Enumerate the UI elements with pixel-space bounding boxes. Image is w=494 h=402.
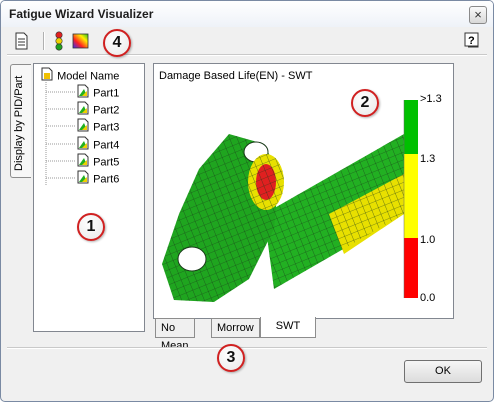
- callout-4: 4: [103, 29, 131, 57]
- help-icon[interactable]: ?: [463, 31, 481, 49]
- tree-item-part1[interactable]: Part1: [76, 84, 119, 100]
- tree-item-part3[interactable]: Part3: [76, 118, 119, 134]
- shaft-shape: [264, 134, 404, 289]
- tree-root[interactable]: Model Name: [40, 67, 119, 83]
- tree-item-part6[interactable]: Part6: [76, 170, 119, 186]
- model-icon: [40, 67, 54, 86]
- tab-no-mean[interactable]: No Mean: [155, 318, 195, 352]
- tree-item-part4[interactable]: Part4: [76, 136, 119, 152]
- result-viewer[interactable]: Damage Based Life(EN) - SWT >1.3 1.3 1.0…: [153, 63, 454, 319]
- legend-label-1-3: 1.3: [420, 153, 436, 165]
- toolbar-divider: [7, 54, 487, 56]
- part-tree[interactable]: Model Name Part1 Part2 Part3 Part4 Part5…: [33, 63, 145, 332]
- callout-2: 2: [351, 89, 379, 117]
- help-glyph: ?: [468, 35, 475, 47]
- legend-color-bar: [403, 100, 418, 298]
- part-icon: [76, 118, 90, 137]
- tree-item-label: Part2: [93, 104, 120, 117]
- toolbar: ?: [9, 29, 485, 53]
- tab-swt[interactable]: SWT: [260, 317, 316, 338]
- toolbar-separator: [43, 32, 45, 50]
- ok-button[interactable]: OK: [404, 360, 482, 383]
- tree-item-part5[interactable]: Part5: [76, 153, 119, 169]
- fatigue-wizard-window: Fatigue Wizard Visualizer × ? Display by…: [0, 0, 494, 402]
- tree-item-label: Part1: [93, 87, 120, 100]
- traffic-light-icon[interactable]: [49, 31, 69, 51]
- document-icon[interactable]: [11, 31, 31, 51]
- color-palette-icon[interactable]: [71, 31, 91, 51]
- side-tab-label: Display by PID/Part: [13, 75, 25, 171]
- tree-item-label: Part6: [93, 173, 120, 186]
- callout-3: 3: [217, 344, 245, 372]
- legend-label-1-0: 1.0: [420, 234, 436, 246]
- legend-label-min: 0.0: [420, 292, 436, 304]
- title-bar: Fatigue Wizard Visualizer ×: [1, 1, 493, 27]
- tree-item-label: Part5: [93, 156, 120, 169]
- legend-label-max: >1.3: [420, 93, 442, 105]
- footer-divider: [7, 347, 487, 349]
- tree-root-label: Model Name: [57, 70, 120, 83]
- callout-1: 1: [77, 213, 105, 241]
- tab-morrow[interactable]: Morrow: [211, 318, 260, 338]
- tree-item-part2[interactable]: Part2: [76, 101, 119, 117]
- close-button[interactable]: ×: [469, 6, 487, 24]
- fatigue-model-render: [162, 100, 418, 302]
- tab-display-by-pid-part[interactable]: Display by PID/Part: [10, 64, 31, 178]
- housing-shape: [162, 134, 284, 302]
- tree-item-label: Part4: [93, 139, 120, 152]
- part-icon: [76, 170, 90, 189]
- tree-item-label: Part3: [93, 121, 120, 134]
- window-title: Fatigue Wizard Visualizer: [9, 7, 154, 21]
